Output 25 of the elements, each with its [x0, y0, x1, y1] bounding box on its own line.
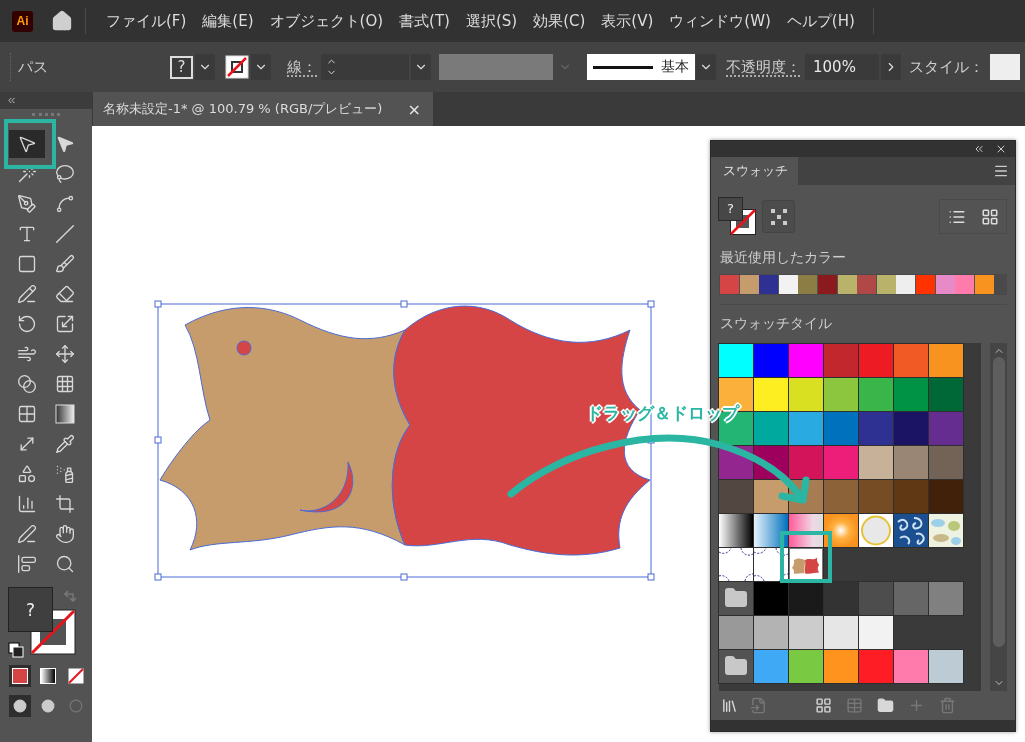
panel-tab[interactable]: スウォッチ: [711, 156, 798, 185]
brush-profile-dropdown[interactable]: 基本: [587, 54, 695, 80]
app-logo[interactable]: Ai: [12, 10, 33, 32]
menu-item[interactable]: ウィンドウ(W): [661, 11, 779, 31]
menu-item[interactable]: ファイル(F): [98, 11, 195, 31]
fill-swatch[interactable]: ?: [170, 55, 193, 79]
style-label: スタイル：: [909, 57, 984, 77]
section-heading: 最近使用したカラー: [719, 247, 847, 267]
menu-item[interactable]: 編集(E): [194, 11, 262, 31]
close-button[interactable]: ×: [407, 99, 421, 119]
fill-color-box[interactable]: ?: [718, 196, 743, 221]
opacity-field[interactable]: 100%: [805, 54, 879, 80]
stroke-label: 線：: [287, 57, 317, 77]
opacity-label: 不透明度：: [726, 57, 801, 77]
document-tab[interactable]: 名称未設定-1* @ 100.79 % (RGB/プレビュー) ×: [93, 92, 433, 126]
menu-item[interactable]: 表示(V): [593, 11, 662, 31]
fill-color-box[interactable]: ?: [8, 587, 53, 632]
document-title: 名称未設定-1* @ 100.79 % (RGB/プレビュー): [103, 100, 383, 118]
menu-item[interactable]: 書式(T): [391, 11, 458, 31]
menu-item[interactable]: 効果(C): [525, 11, 594, 31]
menu-item[interactable]: オブジェクト(O): [261, 11, 392, 31]
menu-item[interactable]: ヘルプ(H): [778, 11, 863, 31]
menu-item[interactable]: 選択(S): [457, 11, 526, 31]
selection-label: パス: [18, 57, 48, 77]
section-heading: スウォッチタイル: [719, 314, 833, 334]
